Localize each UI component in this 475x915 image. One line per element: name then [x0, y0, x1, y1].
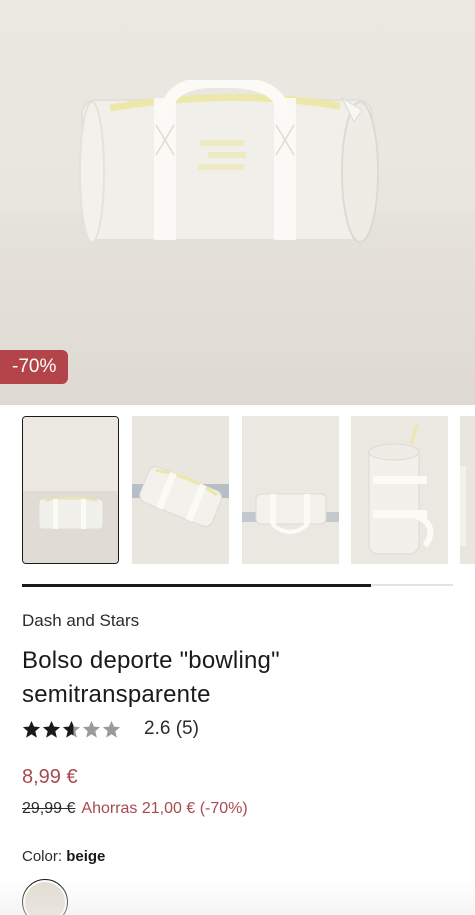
thumbnail-handles[interactable] [242, 416, 339, 564]
savings-text: Ahorras 21,00 € (-70%) [81, 800, 248, 817]
thumbnail-carousel[interactable] [22, 416, 475, 564]
color-swatch-fill [25, 882, 65, 915]
product-title: Bolso deporte "bowling" semitransparente [22, 647, 280, 708]
color-selector-label: Color: beige [22, 848, 105, 865]
original-price: 29,99 € [22, 800, 76, 817]
gallery-scrollbar-thumb[interactable] [22, 583, 372, 587]
product-brand[interactable]: Dash and Stars [22, 611, 139, 631]
discount-badge: -70% [0, 350, 69, 384]
star-icon [62, 720, 81, 738]
current-price: 8,99 € [22, 766, 78, 788]
duffel-bag-illustration [79, 80, 379, 243]
thumbnail-partial[interactable] [460, 416, 475, 564]
color-label: Color: [22, 848, 63, 865]
gallery-scrollbar[interactable] [22, 583, 453, 587]
star-icon [22, 720, 41, 738]
product-main-image[interactable]: -70% [0, 0, 475, 405]
star-icon [82, 720, 101, 738]
product-rating[interactable]: 2.6 (5) [22, 716, 199, 742]
thumbnail-angled[interactable] [132, 416, 229, 564]
rating-stars [22, 720, 122, 739]
star-icon [42, 720, 61, 738]
rating-summary[interactable]: 2.6 (5) [144, 718, 199, 740]
thumbnail-upright[interactable] [351, 416, 448, 564]
color-swatch-beige[interactable] [22, 879, 68, 915]
price-savings-row: 29,99 € Ahorras 21,00 € (-70%) [22, 800, 248, 818]
color-value: beige [66, 848, 106, 865]
thumbnail-front[interactable] [22, 416, 119, 564]
bottom-fade [0, 880, 475, 915]
star-icon [102, 720, 121, 738]
